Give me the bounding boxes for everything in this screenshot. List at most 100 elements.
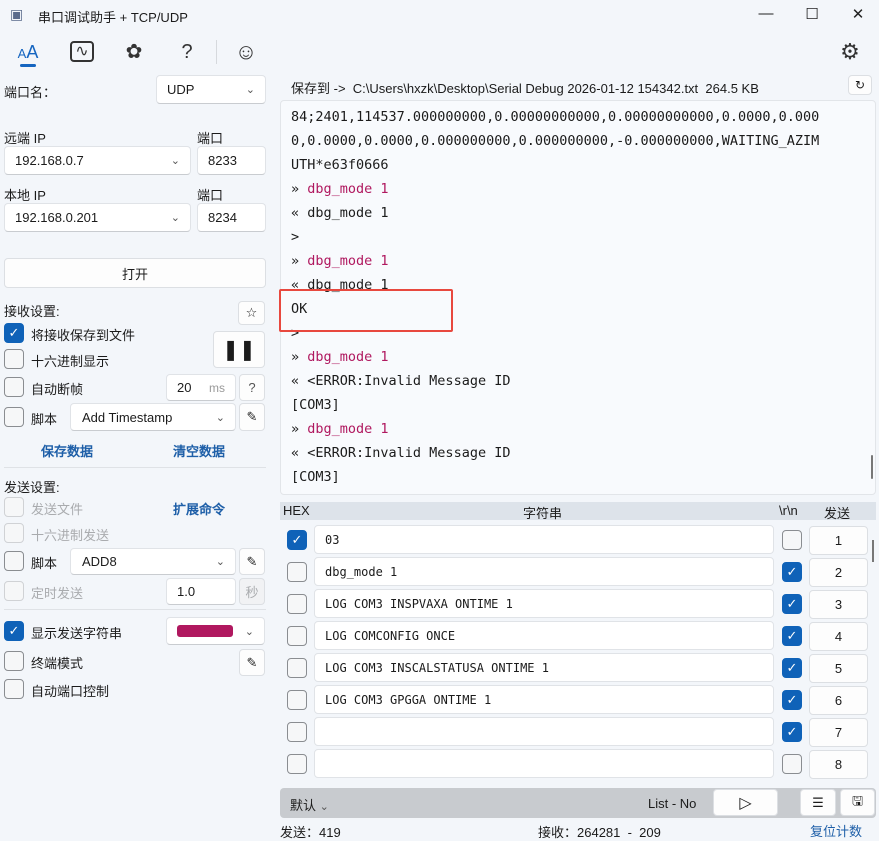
log-scrollbar[interactable] <box>871 455 873 479</box>
send-string-input[interactable]: LOG COM3 GPGGA ONTIME 1 <box>314 685 774 714</box>
crlf-checkbox[interactable]: ✓ <box>782 722 802 742</box>
maximize-button[interactable]: ☐ <box>797 5 827 25</box>
open-port-button[interactable]: 打开 <box>4 258 266 288</box>
receive-script-select[interactable]: Add Timestamp ⌄ <box>70 403 236 431</box>
send-color-picker[interactable]: ⌄ <box>166 617 265 645</box>
minimize-button[interactable]: — <box>751 5 781 25</box>
port-type-select[interactable]: UDP ⌄ <box>156 75 266 104</box>
close-button[interactable]: ✕ <box>843 5 873 25</box>
timed-send-label: 定时发送 <box>31 586 84 601</box>
refresh-icon[interactable]: ↻ <box>848 75 872 95</box>
auto-port-control-checkbox[interactable] <box>4 679 24 699</box>
send-row-button[interactable]: 3 <box>809 590 868 619</box>
auto-frame-checkbox[interactable] <box>4 377 24 397</box>
send-row-button[interactable]: 6 <box>809 686 868 715</box>
clear-data-link[interactable]: 清空数据 <box>173 441 225 460</box>
crlf-checkbox[interactable] <box>782 530 802 550</box>
terminal-mode-checkbox[interactable] <box>4 651 24 671</box>
extended-commands-link[interactable]: 扩展命令 <box>173 499 225 518</box>
send-script-checkbox[interactable] <box>4 551 24 571</box>
edit-pen-icon[interactable]: ✎ <box>239 548 265 575</box>
receive-script-label: 脚本 <box>31 412 58 427</box>
list-icon[interactable]: ☰ <box>800 789 836 816</box>
auto-port-control-label: 自动端口控制 <box>31 684 110 699</box>
send-table-header: HEX 字符串 \r\n 发送 <box>280 502 876 521</box>
save-to-file-checkbox[interactable]: ✓ <box>4 323 24 343</box>
font-style-icon[interactable]: AA <box>14 38 42 67</box>
crlf-checkbox[interactable] <box>782 754 802 774</box>
pause-button[interactable]: ❚❚ <box>213 331 265 368</box>
save-data-link[interactable]: 保存数据 <box>41 441 93 460</box>
send-file-checkbox[interactable] <box>4 497 24 517</box>
send-row-button[interactable]: 7 <box>809 718 868 747</box>
show-send-string-checkbox[interactable]: ✓ <box>4 621 24 641</box>
crlf-checkbox[interactable]: ✓ <box>782 658 802 678</box>
local-port-value: 8234 <box>208 210 237 225</box>
send-row-button[interactable]: 4 <box>809 622 868 651</box>
send-script-select[interactable]: ADD8 ⌄ <box>70 548 236 575</box>
send-string-input[interactable]: LOG COM3 INSCALSTATUSA ONTIME 1 <box>314 653 774 682</box>
send-string-input[interactable]: LOG COM3 INSPVAXA ONTIME 1 <box>314 589 774 618</box>
preset-select[interactable]: 默认 ⌄ <box>290 795 329 814</box>
emoji-icon[interactable]: ☺ <box>232 38 260 66</box>
hex-checkbox[interactable] <box>287 658 307 678</box>
remote-port-input[interactable]: 8233 <box>197 146 266 175</box>
receive-script-checkbox[interactable] <box>4 407 24 427</box>
remote-ip-select[interactable]: 192.168.0.7 ⌄ <box>4 146 191 175</box>
help-icon[interactable]: ? <box>173 38 201 66</box>
hex-checkbox[interactable]: ✓ <box>287 530 307 550</box>
hex-checkbox[interactable] <box>287 562 307 582</box>
crlf-checkbox[interactable]: ✓ <box>782 594 802 614</box>
local-ip-label: 本地 IP <box>4 188 46 203</box>
hex-checkbox[interactable] <box>287 594 307 614</box>
table-scrollbar[interactable] <box>872 540 874 562</box>
chevron-down-icon: ⌄ <box>244 625 254 638</box>
send-row-button[interactable]: 1 <box>809 526 868 555</box>
edit-pen-icon[interactable]: ✎ <box>239 649 265 676</box>
frame-help-button[interactable]: ? <box>239 374 265 401</box>
ms-unit: ms <box>209 380 225 395</box>
local-ip-select[interactable]: 192.168.0.201 ⌄ <box>4 203 191 232</box>
hex-checkbox[interactable] <box>287 690 307 710</box>
send-button[interactable]: ▷ <box>713 789 778 816</box>
toolbar-divider <box>216 40 217 64</box>
send-string-value: LOG COM3 INSPVAXA ONTIME 1 <box>325 596 513 611</box>
send-string-input[interactable]: 03 <box>314 525 774 554</box>
send-row-button[interactable]: 8 <box>809 750 868 779</box>
send-string-input[interactable]: LOG COMCONFIG ONCE <box>314 621 774 650</box>
log-text: dbg_mode 1 <box>307 421 389 437</box>
edit-pen-icon[interactable]: ✎ <box>239 403 265 431</box>
send-row-button[interactable]: 2 <box>809 558 868 587</box>
preset-value: 默认 <box>290 798 317 813</box>
hex-send-checkbox[interactable] <box>4 523 24 543</box>
crlf-checkbox[interactable]: ✓ <box>782 562 802 582</box>
hex-checkbox[interactable] <box>287 754 307 774</box>
port-type-value: UDP <box>167 82 195 97</box>
send-string-input[interactable] <box>314 717 774 746</box>
interval-input[interactable]: 1.0 <box>166 578 236 605</box>
waveform-icon[interactable]: ∿ <box>68 38 96 66</box>
chevron-down-icon: ⌄ <box>319 801 329 813</box>
send-string-input[interactable] <box>314 749 774 778</box>
send-string-input[interactable]: dbg_mode 1 <box>314 557 774 586</box>
log-text: dbg_mode 1 <box>307 253 389 269</box>
timed-send-checkbox[interactable] <box>4 581 24 601</box>
divider <box>4 609 266 610</box>
hex-display-checkbox[interactable] <box>4 349 24 369</box>
receive-script-value: Add Timestamp <box>82 409 173 425</box>
hex-checkbox[interactable] <box>287 626 307 646</box>
save-path-text: 保存到 -> C:\Users\hxzk\Desktop\Serial Debu… <box>291 81 759 96</box>
settings-gear-icon[interactable]: ⚙ <box>836 38 864 66</box>
local-port-input[interactable]: 8234 <box>197 203 266 232</box>
favorite-star-icon[interactable]: ☆ <box>238 301 265 325</box>
reset-count-link[interactable]: 复位计数 <box>810 821 862 840</box>
send-row-button[interactable]: 5 <box>809 654 868 683</box>
send-string-value: LOG COM3 INSCALSTATUSA ONTIME 1 <box>325 660 549 675</box>
frame-ms-input[interactable]: 20 ms <box>166 374 236 401</box>
crlf-checkbox[interactable]: ✓ <box>782 690 802 710</box>
save-disk-icon[interactable]: 🖫 <box>840 789 875 816</box>
crlf-checkbox[interactable]: ✓ <box>782 626 802 646</box>
hex-checkbox[interactable] <box>287 722 307 742</box>
plugin-icon[interactable]: ✿ <box>120 38 148 66</box>
send-arrow-icon: ▷ <box>739 794 752 812</box>
